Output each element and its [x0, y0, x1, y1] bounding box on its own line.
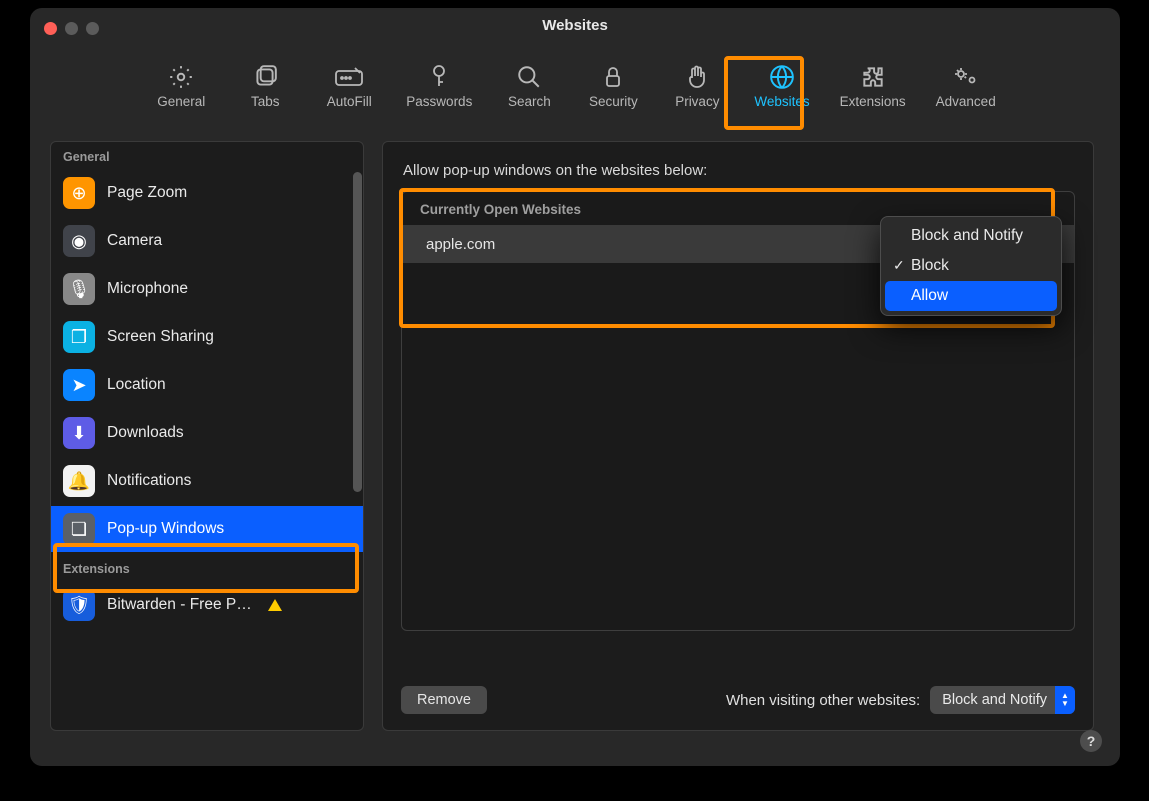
- sidebar-item-popups[interactable]: ❏ Pop-up Windows: [51, 506, 363, 552]
- screen-sharing-icon: ❐: [63, 321, 95, 353]
- tab-privacy[interactable]: Privacy: [662, 58, 732, 115]
- tab-websites[interactable]: Websites: [746, 58, 817, 115]
- tab-general[interactable]: General: [146, 58, 216, 115]
- sidebar-item-label: Downloads: [107, 424, 184, 442]
- sidebar-group-label: General: [51, 142, 363, 168]
- select-value: Block and Notify: [942, 692, 1055, 708]
- remove-button[interactable]: Remove: [401, 686, 487, 714]
- content: General ⊕ Page Zoom ◉ Camera 🎙 Microphon…: [30, 115, 1120, 753]
- tab-autofill[interactable]: AutoFill: [314, 58, 384, 115]
- sidebar-item-label: Pop-up Windows: [107, 520, 224, 538]
- titlebar: Websites: [30, 8, 1120, 36]
- lock-icon: [598, 64, 628, 90]
- sidebar-item-label: Location: [107, 376, 166, 394]
- sidebar-item-notifications[interactable]: 🔔 Notifications: [51, 458, 363, 504]
- footer-label: When visiting other websites:: [726, 692, 920, 709]
- preferences-window: Websites General Tabs AutoFill Passwords…: [30, 8, 1120, 766]
- windows-icon: ❏: [63, 513, 95, 545]
- window-title: Websites: [30, 17, 1120, 34]
- tab-advanced[interactable]: Advanced: [928, 58, 1004, 115]
- downloads-icon: ⬇: [63, 417, 95, 449]
- tab-label: Tabs: [251, 94, 280, 109]
- zoom-icon: ⊕: [63, 177, 95, 209]
- sidebar-scrollbar[interactable]: [351, 172, 363, 720]
- location-icon: ➤: [63, 369, 95, 401]
- main-pane: Allow pop-up windows on the websites bel…: [382, 141, 1094, 731]
- tab-extensions[interactable]: Extensions: [832, 58, 914, 115]
- help-button[interactable]: ?: [1080, 730, 1102, 752]
- tab-search[interactable]: Search: [494, 58, 564, 115]
- sidebar-group-label: Extensions: [51, 554, 363, 580]
- gears-icon: [951, 64, 981, 90]
- tab-security[interactable]: Security: [578, 58, 648, 115]
- tab-label: Search: [508, 94, 551, 109]
- globe-icon: [767, 64, 797, 90]
- sidebar-item-screen-sharing[interactable]: ❐ Screen Sharing: [51, 314, 363, 360]
- preferences-toolbar: General Tabs AutoFill Passwords Search S…: [30, 58, 1120, 115]
- warning-icon: [268, 599, 282, 611]
- tab-label: General: [157, 94, 205, 109]
- key-icon: [424, 64, 454, 90]
- sidebar-item-bitwarden[interactable]: 🛡 Bitwarden - Free P…: [51, 582, 363, 628]
- website-domain: apple.com: [426, 236, 495, 253]
- sidebar-item-label: Camera: [107, 232, 162, 250]
- bell-icon: 🔔: [63, 465, 95, 497]
- tab-label: Privacy: [675, 94, 719, 109]
- tab-tabs[interactable]: Tabs: [230, 58, 300, 115]
- sidebar-item-label: Microphone: [107, 280, 188, 298]
- tab-label: Passwords: [406, 94, 472, 109]
- option-block[interactable]: Block: [885, 251, 1057, 281]
- tab-label: AutoFill: [327, 94, 372, 109]
- sidebar: General ⊕ Page Zoom ◉ Camera 🎙 Microphon…: [50, 141, 364, 731]
- tab-label: Websites: [754, 94, 809, 109]
- sidebar-item-page-zoom[interactable]: ⊕ Page Zoom: [51, 170, 363, 216]
- shield-icon: 🛡: [63, 589, 95, 621]
- sidebar-item-label: Notifications: [107, 472, 191, 490]
- tabs-icon: [250, 64, 280, 90]
- stepper-arrows-icon: ▲▼: [1055, 686, 1075, 714]
- search-icon: [514, 64, 544, 90]
- tab-label: Advanced: [936, 94, 996, 109]
- puzzle-icon: [858, 64, 888, 90]
- autofill-icon: [334, 64, 364, 90]
- microphone-icon: 🎙: [63, 273, 95, 305]
- pane-heading: Allow pop-up windows on the websites bel…: [403, 162, 1073, 179]
- sidebar-item-label: Screen Sharing: [107, 328, 214, 346]
- tab-label: Extensions: [840, 94, 906, 109]
- option-block-and-notify[interactable]: Block and Notify: [885, 221, 1057, 251]
- scrollbar-thumb[interactable]: [353, 172, 362, 492]
- option-allow[interactable]: Allow: [885, 281, 1057, 311]
- permission-dropdown-menu: Block and Notify Block Allow: [880, 216, 1062, 316]
- sidebar-item-label: Page Zoom: [107, 184, 187, 202]
- camera-icon: ◉: [63, 225, 95, 257]
- tab-label: Security: [589, 94, 638, 109]
- sidebar-item-location[interactable]: ➤ Location: [51, 362, 363, 408]
- gear-icon: [166, 64, 196, 90]
- hand-icon: [682, 64, 712, 90]
- sidebar-item-label: Bitwarden - Free P…: [107, 596, 252, 614]
- sidebar-item-microphone[interactable]: 🎙 Microphone: [51, 266, 363, 312]
- websites-list: Currently Open Websites apple.com Block …: [401, 191, 1075, 631]
- pane-footer: Remove When visiting other websites: Blo…: [401, 686, 1075, 714]
- tab-passwords[interactable]: Passwords: [398, 58, 480, 115]
- sidebar-item-downloads[interactable]: ⬇ Downloads: [51, 410, 363, 456]
- default-permission-select[interactable]: Block and Notify ▲▼: [930, 686, 1075, 714]
- sidebar-item-camera[interactable]: ◉ Camera: [51, 218, 363, 264]
